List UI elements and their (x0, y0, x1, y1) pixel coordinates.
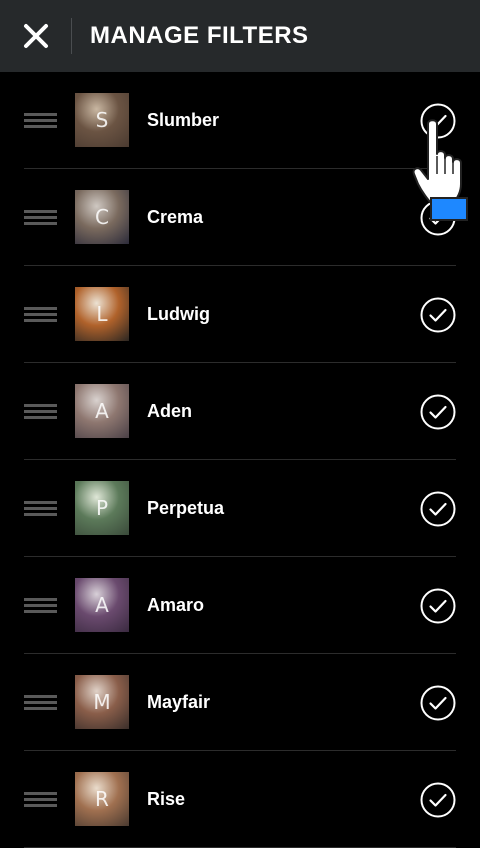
filter-thumbnail-letter: M (93, 690, 111, 714)
filter-thumbnail-letter: S (95, 108, 109, 132)
check-circle-icon[interactable] (420, 685, 456, 721)
page-title: MANAGE FILTERS (90, 22, 309, 49)
check-circle-icon[interactable] (420, 588, 456, 624)
hand-pointer-icon (412, 119, 468, 221)
check-circle-icon[interactable] (420, 394, 456, 430)
filter-name: Mayfair (147, 692, 211, 712)
drag-handle-icon[interactable] (24, 598, 57, 613)
drag-handle-icon[interactable] (24, 501, 57, 516)
close-icon (24, 24, 48, 48)
top-bar: MANAGE FILTERS (0, 0, 480, 72)
check-circle-icon[interactable] (420, 297, 456, 333)
drag-handle-icon[interactable] (24, 695, 57, 710)
filter-name: Aden (147, 401, 192, 421)
filter-row[interactable]: A Amaro (0, 557, 480, 654)
check-circle-icon[interactable] (420, 782, 456, 818)
filter-row[interactable]: P Perpetua (0, 460, 480, 557)
drag-handle-icon[interactable] (24, 404, 57, 419)
drag-handle-icon[interactable] (24, 113, 57, 128)
filter-row[interactable]: M Mayfair (0, 654, 480, 751)
filter-thumbnail: A (75, 384, 129, 438)
filter-thumbnail: L (75, 287, 129, 341)
filter-name: Ludwig (147, 304, 210, 324)
filter-row[interactable]: L Ludwig (0, 266, 480, 363)
drag-handle-icon[interactable] (24, 210, 57, 225)
close-button[interactable] (0, 0, 72, 72)
filter-row[interactable]: A Aden (0, 363, 480, 460)
filter-thumbnail-letter: R (95, 787, 109, 811)
filter-thumbnail: C (75, 190, 129, 244)
filter-thumbnail-letter: P (95, 496, 109, 520)
filter-thumbnail: A (75, 578, 129, 632)
drag-handle-icon[interactable] (24, 307, 57, 322)
filter-thumbnail-letter: C (95, 205, 109, 229)
filter-name: Perpetua (147, 498, 225, 518)
filter-thumbnail: P (75, 481, 129, 535)
filter-row[interactable]: S Slumber (0, 72, 480, 169)
filter-thumbnail-letter: A (95, 399, 109, 423)
check-circle-icon[interactable] (420, 491, 456, 527)
filter-name: Slumber (147, 110, 220, 130)
filter-list: S Slumber C Crema L Ludwig A Aden P Perpetua A Amar… (0, 72, 480, 848)
filter-thumbnail-letter: L (96, 302, 108, 326)
header-divider (71, 18, 72, 54)
filter-thumbnail: R (75, 772, 129, 826)
filter-name: Amaro (147, 595, 205, 615)
filter-thumbnail-letter: A (95, 593, 109, 617)
filter-thumbnail: M (75, 675, 129, 729)
filter-row[interactable]: C Crema (0, 169, 480, 266)
filter-thumbnail: S (75, 93, 129, 147)
filter-name: Crema (147, 207, 204, 227)
